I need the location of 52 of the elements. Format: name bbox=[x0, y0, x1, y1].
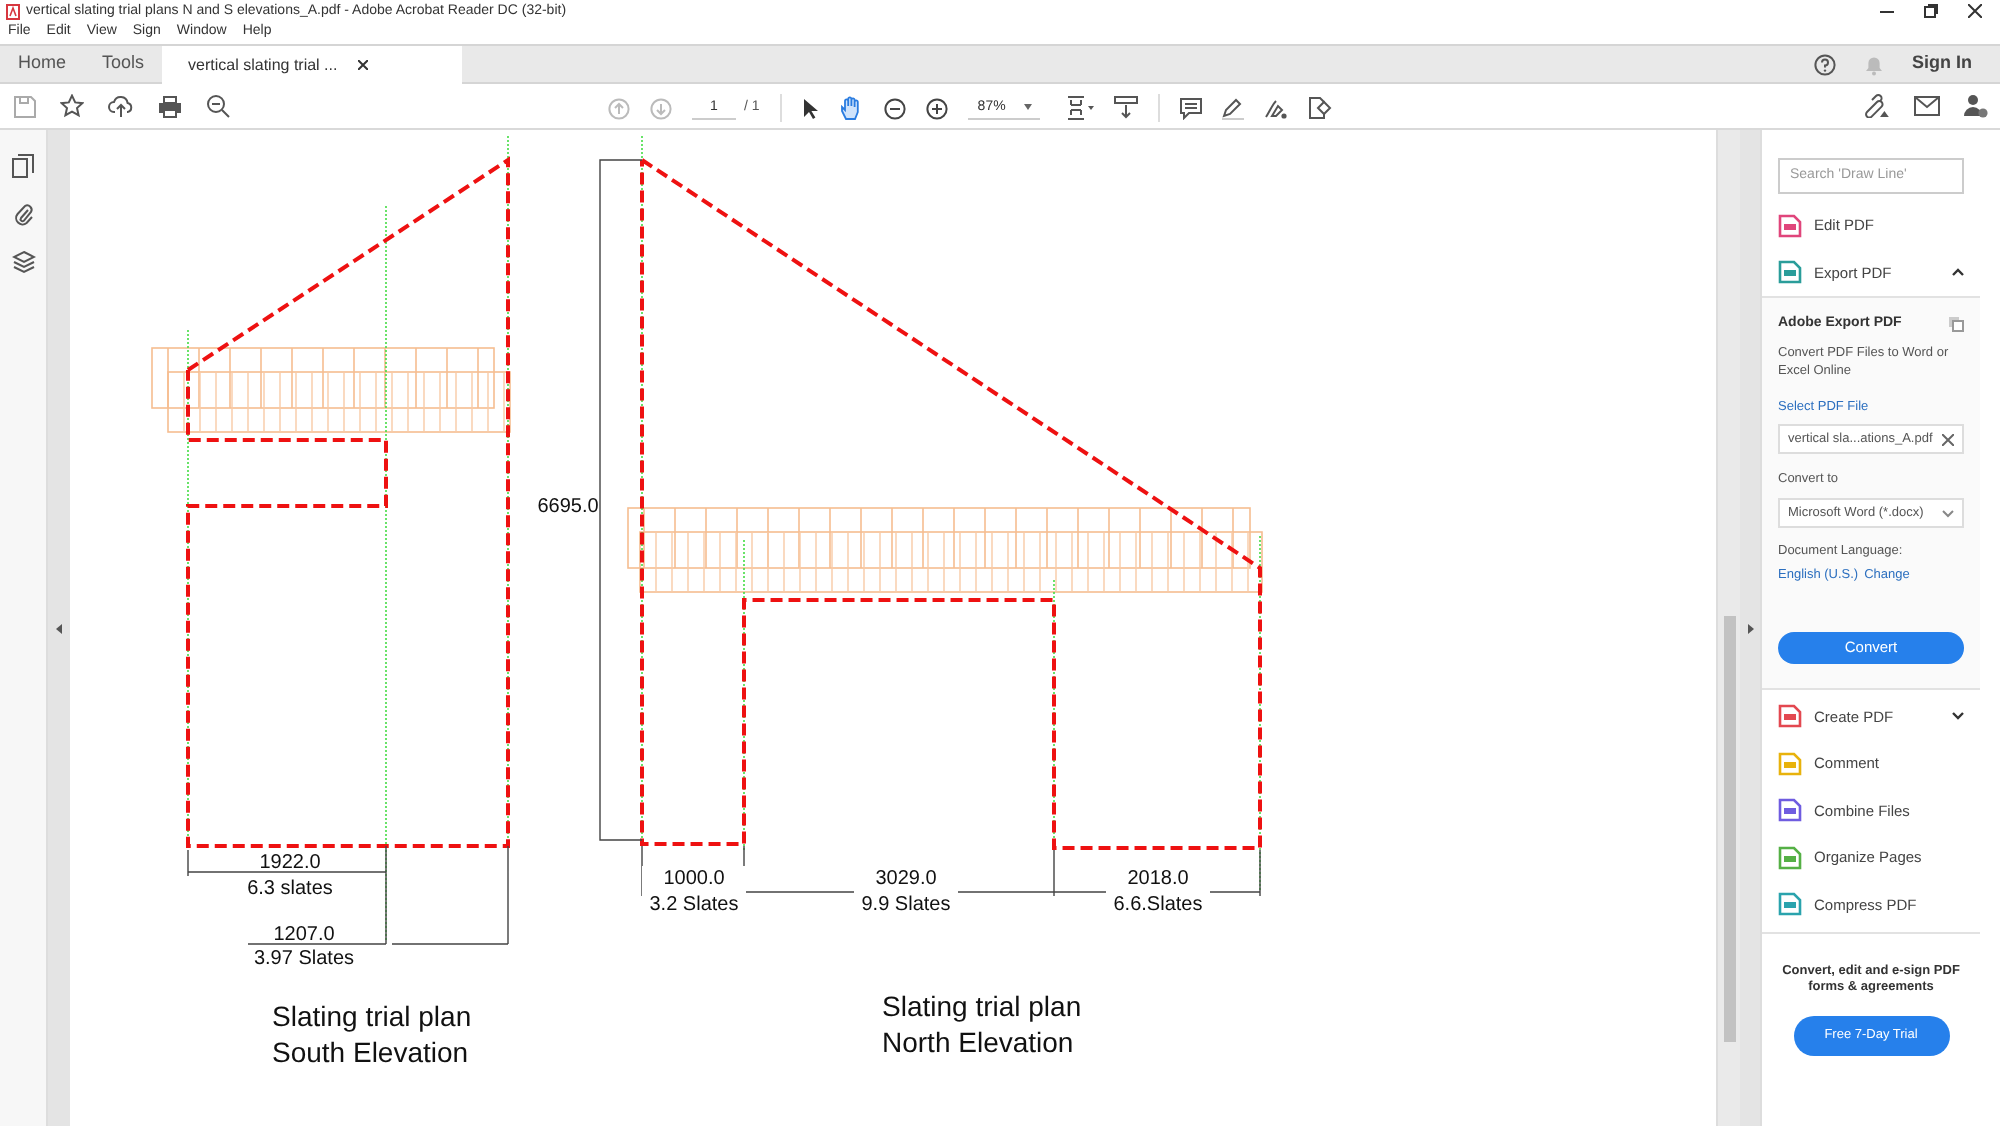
copy-icon[interactable] bbox=[1948, 316, 1964, 333]
user-add-icon[interactable] bbox=[1964, 94, 1988, 118]
right-pane-toggle-icon[interactable] bbox=[1747, 623, 1753, 633]
cloud-upload-icon[interactable] bbox=[108, 94, 134, 118]
sign-pen-icon[interactable] bbox=[1263, 97, 1288, 119]
dimension-value: 3029.0 bbox=[875, 868, 937, 890]
left-pane-toggle-icon[interactable] bbox=[56, 623, 62, 633]
print-icon[interactable] bbox=[158, 95, 182, 117]
clear-icon[interactable] bbox=[1942, 433, 1954, 446]
dimension-value: 2018.0 bbox=[1127, 868, 1189, 890]
paperclip-icon[interactable] bbox=[13, 202, 33, 226]
stamp-icon[interactable] bbox=[1307, 96, 1332, 120]
link-share-icon[interactable] bbox=[1864, 94, 1890, 118]
dimension-value: 1922.0 bbox=[259, 852, 321, 874]
zoom-out-icon[interactable] bbox=[883, 97, 906, 119]
slate-count: 6.6.Slates bbox=[1113, 894, 1203, 916]
fit-page-icon[interactable] bbox=[1065, 96, 1094, 120]
ruler-icon[interactable] bbox=[1113, 96, 1138, 120]
comment-icon[interactable] bbox=[1179, 97, 1202, 119]
slate-count: 3.97 Slates bbox=[253, 948, 355, 970]
dimension-value: 6695.0 bbox=[537, 496, 599, 518]
chevron-up-icon[interactable] bbox=[1952, 268, 1964, 277]
tab[interactable]: Home bbox=[0, 46, 85, 82]
scrollbar[interactable] bbox=[1716, 130, 1740, 1126]
help-icon[interactable] bbox=[1814, 53, 1836, 75]
elevation-title: South Elevation bbox=[272, 1036, 469, 1068]
chevron-down-icon bbox=[1942, 509, 1954, 517]
restore-icon[interactable] bbox=[1924, 4, 1938, 18]
tab[interactable]: Tools bbox=[84, 46, 163, 82]
layers-icon[interactable] bbox=[11, 250, 35, 274]
mail-icon[interactable] bbox=[1914, 96, 1940, 116]
elevation-title: Slating trial plan bbox=[882, 990, 1082, 1022]
sign-in-link[interactable]: Sign In bbox=[1912, 50, 1972, 78]
dimension-value: 1000.0 bbox=[663, 868, 725, 890]
close-icon[interactable] bbox=[1968, 4, 1982, 18]
pen-icon[interactable] bbox=[1221, 97, 1244, 119]
select-arrow-icon[interactable] bbox=[801, 97, 820, 119]
zoom-in-icon[interactable] bbox=[925, 97, 948, 119]
elevation-title: North Elevation bbox=[882, 1026, 1074, 1058]
slate-count: 6.3 slates bbox=[247, 878, 333, 900]
dimension-value: 1207.0 bbox=[273, 924, 335, 946]
pages-icon[interactable] bbox=[12, 154, 34, 178]
chevron-down-icon[interactable] bbox=[1952, 712, 1964, 721]
tab[interactable]: vertical slating trial ... bbox=[162, 46, 463, 84]
elevation-title: Slating trial plan bbox=[272, 1000, 472, 1032]
slate-count: 3.2 Slates bbox=[649, 894, 739, 916]
hand-icon[interactable] bbox=[839, 96, 864, 120]
zoom-search-icon[interactable] bbox=[206, 94, 230, 118]
slate-count: 9.9 Slates bbox=[861, 894, 951, 916]
star-icon[interactable] bbox=[60, 94, 84, 118]
close-tab-icon[interactable] bbox=[357, 60, 368, 70]
caret-icon bbox=[1023, 104, 1032, 110]
